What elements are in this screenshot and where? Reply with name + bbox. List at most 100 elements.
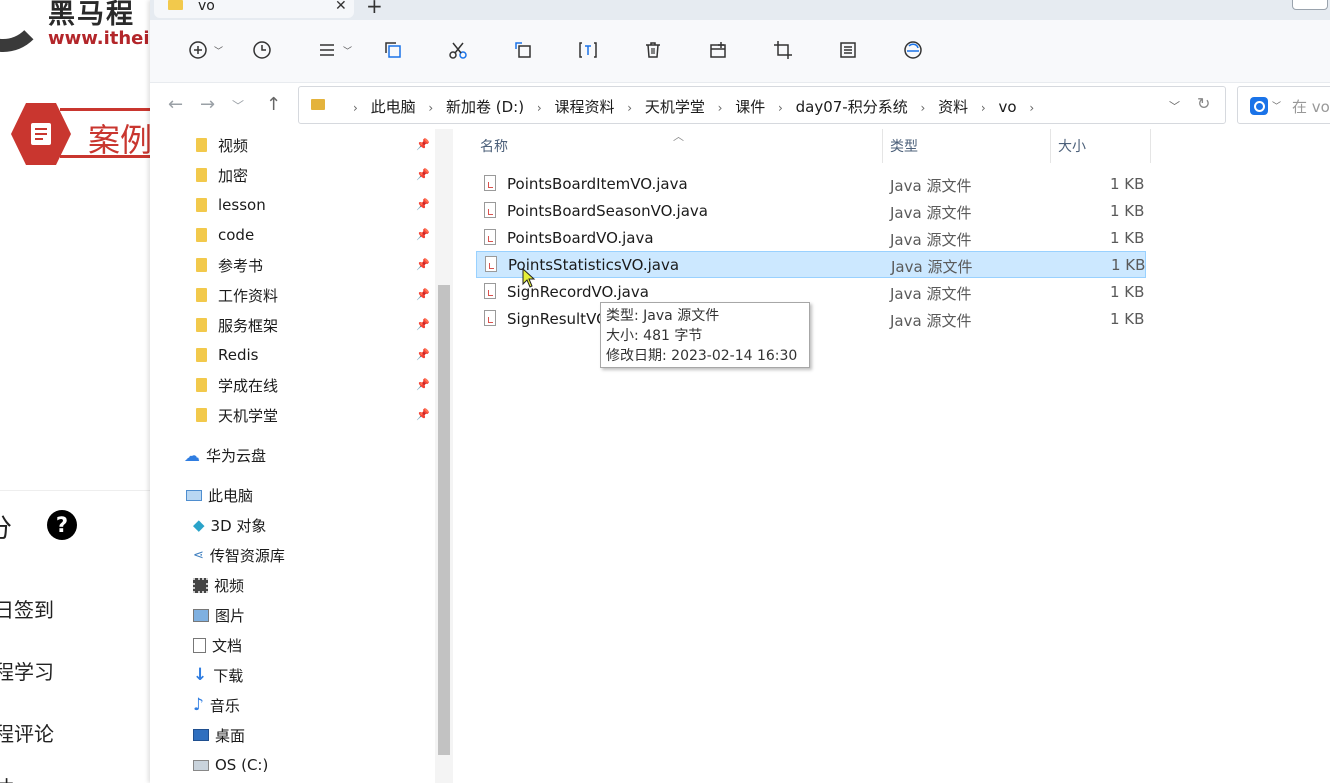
scrollbar-thumb[interactable] (438, 285, 450, 755)
paste-icon[interactable] (509, 36, 537, 64)
nav-item-label: lesson (218, 196, 266, 214)
chevron-down-icon[interactable]: ﹀ (1272, 99, 1281, 112)
nav-item-pinned[interactable]: Redis 📌 (150, 341, 435, 369)
rename-icon[interactable] (574, 36, 602, 64)
nav-item-label: Redis (218, 346, 259, 364)
nav-item-pinned[interactable]: code 📌 (150, 221, 435, 249)
share-icon[interactable] (704, 36, 732, 64)
chevron-right-icon: › (1029, 101, 1035, 115)
column-divider[interactable] (882, 129, 883, 163)
nav-item-label: 图片 (215, 606, 246, 625)
nav-item-pinned[interactable]: 视频 📌 (150, 131, 435, 159)
breadcrumb-item[interactable]: 新加卷 (D:) (446, 98, 524, 116)
new-icon[interactable] (184, 36, 212, 64)
chevron-down-icon[interactable]: ﹀ (232, 97, 244, 114)
crop-icon[interactable] (769, 36, 797, 64)
nav-item-pinned[interactable]: 加密 📌 (150, 161, 435, 189)
menu-item-signin[interactable]: 日签到 (0, 594, 54, 623)
column-header-size[interactable]: 大小 (1058, 136, 1086, 156)
desktop-icon (193, 729, 209, 741)
nav-item-this-pc[interactable]: 此电脑 (150, 481, 435, 509)
chevron-down-icon[interactable]: ﹀ (343, 44, 352, 57)
nav-item-pinned[interactable]: 参考书 📌 (150, 251, 435, 279)
nav-item-pinned[interactable]: 工作资料 📌 (150, 281, 435, 309)
refresh-icon[interactable]: ↻ (1197, 94, 1210, 113)
chevron-down-icon[interactable]: ﹀ (1169, 98, 1180, 114)
file-row[interactable]: PointsBoardItemVO.java Java 源文件 1 KB (476, 171, 1146, 198)
chevron-right-icon: › (717, 101, 723, 115)
edge-icon[interactable] (899, 36, 927, 64)
history-icon[interactable] (248, 36, 276, 64)
column-header-name[interactable]: 名称 (480, 136, 508, 156)
breadcrumb-item[interactable]: 资料 (938, 98, 968, 116)
forward-icon[interactable]: → (200, 94, 215, 115)
up-icon[interactable]: ↑ (266, 94, 281, 115)
column-divider[interactable] (1150, 129, 1151, 163)
tooltip-size: 大小: 481 字节 (606, 328, 703, 344)
properties-icon[interactable] (834, 36, 862, 64)
new-tab-button[interactable]: + (366, 0, 383, 18)
nav-item-network-library[interactable]: ⋖ 传智资源库 (150, 541, 435, 569)
nav-item-pinned[interactable]: 服务框架 📌 (150, 311, 435, 339)
nav-item-videos[interactable]: 视频 (150, 571, 435, 599)
window-control-button[interactable] (1292, 0, 1328, 10)
chevron-right-icon: › (778, 101, 783, 115)
breadcrumb-item[interactable]: day07-积分系统 (796, 98, 908, 116)
file-row[interactable]: PointsBoardSeasonVO.java Java 源文件 1 KB (476, 198, 1146, 225)
view-list-icon[interactable] (313, 36, 341, 64)
java-file-icon (484, 283, 496, 299)
nav-item-3d-objects[interactable]: ◆ 3D 对象 (150, 511, 435, 539)
address-bar[interactable]: › 此电脑 › 新加卷 (D:) › 课程资料 › 天机学堂 › 课件 › da… (298, 86, 1226, 124)
computer-icon (186, 489, 202, 501)
breadcrumb-item[interactable]: 天机学堂 (645, 98, 705, 116)
column-divider[interactable] (1050, 129, 1051, 163)
nav-item-downloads[interactable]: ↓ 下载 (150, 661, 435, 689)
nav-item-desktop[interactable]: 桌面 (150, 721, 435, 749)
nav-item-documents[interactable]: 文档 (150, 631, 435, 659)
nav-item-music[interactable]: ♪ 音乐 (150, 691, 435, 719)
file-row[interactable]: SignResultVO Java 源文件 1 KB (476, 306, 1146, 333)
folder-icon (196, 318, 207, 332)
download-icon: ↓ (193, 665, 208, 685)
breadcrumb-item[interactable]: 此电脑 (371, 98, 416, 116)
breadcrumb-item[interactable]: vo (998, 98, 1016, 116)
java-file-icon (485, 256, 497, 272)
nav-item-pictures[interactable]: 图片 (150, 601, 435, 629)
menu-item-comment[interactable]: 程评论 (0, 718, 54, 747)
delete-icon[interactable] (639, 36, 667, 64)
nav-item-cloud[interactable]: ☁ 华为云盘 (150, 441, 435, 469)
folder-icon (196, 408, 207, 422)
nav-item-label: 视频 (218, 136, 249, 155)
file-row[interactable]: SignRecordVO.java Java 源文件 1 KB (476, 279, 1146, 306)
nav-item-label: 华为云盘 (206, 446, 267, 465)
cut-icon[interactable] (444, 36, 472, 64)
close-tab-icon[interactable]: ✕ (335, 0, 347, 14)
search-input[interactable]: ﹀ 在 vo (1237, 86, 1330, 124)
nav-item-os-drive[interactable]: OS (C:) (150, 751, 435, 779)
breadcrumb: › 此电脑 › 新加卷 (D:) › 课程资料 › 天机学堂 › 课件 › da… (345, 96, 1042, 117)
nav-item-pinned[interactable]: 学成在线 📌 (150, 371, 435, 399)
pin-icon: 📌 (416, 318, 430, 331)
nav-item-pinned[interactable]: 天机学堂 📌 (150, 401, 435, 429)
chevron-right-icon: › (920, 101, 926, 115)
menu-item-learning[interactable]: 程学习 (0, 656, 54, 685)
nav-scrollbar[interactable] (435, 129, 453, 783)
menu-item-more[interactable]: 才 (0, 772, 14, 783)
column-header-type[interactable]: 类型 (890, 136, 918, 156)
help-icon[interactable]: ? (47, 510, 77, 540)
breadcrumb-item[interactable]: 课程资料 (554, 98, 614, 116)
address-row: ← → ﹀ ↑ › 此电脑 › 新加卷 (D:) › 课程资料 › 天机学堂 ›… (150, 83, 1330, 129)
file-row[interactable]: PointsBoardVO.java Java 源文件 1 KB (476, 225, 1146, 252)
file-name: PointsBoardSeasonVO.java (507, 202, 708, 220)
breadcrumb-item[interactable]: 课件 (735, 98, 765, 116)
file-row-selected[interactable]: PointsStatisticsVO.java Java 源文件 1 KB (476, 251, 1146, 278)
copy-icon[interactable] (379, 36, 407, 64)
nav-item-label: 工作资料 (218, 286, 279, 305)
chevron-down-icon[interactable]: ﹀ (214, 44, 223, 57)
back-icon[interactable]: ← (168, 94, 183, 115)
tab-vo[interactable]: vo ✕ (154, 0, 354, 18)
nav-item-pinned[interactable]: lesson 📌 (150, 191, 435, 219)
folder-icon (196, 198, 207, 212)
nav-item-label: code (218, 226, 255, 244)
pin-icon: 📌 (416, 288, 430, 301)
